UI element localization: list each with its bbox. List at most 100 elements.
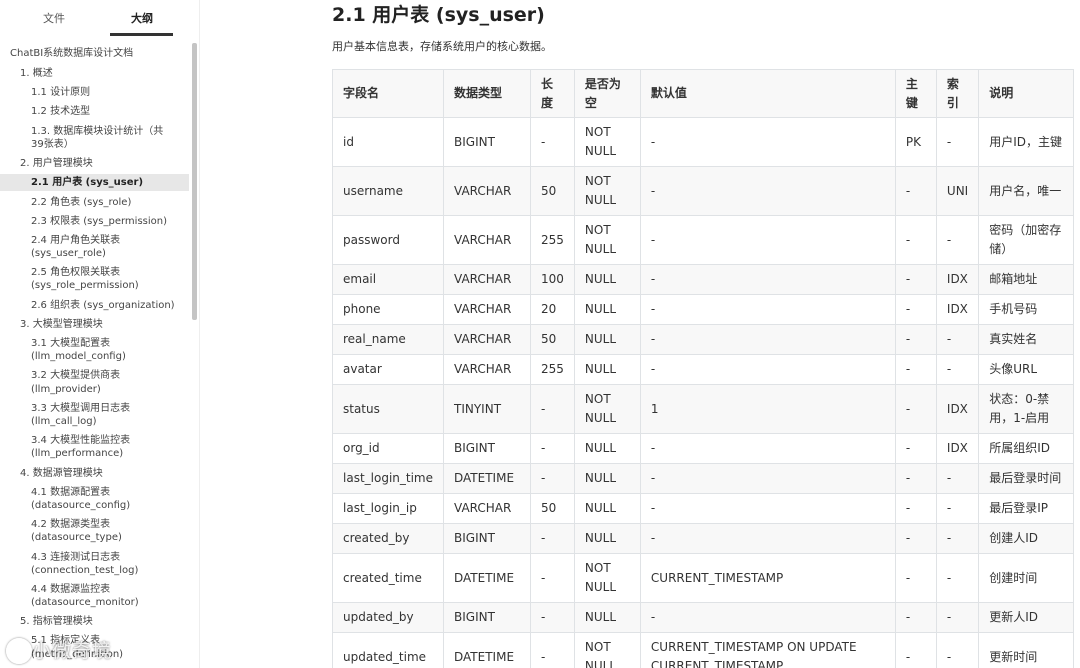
toc-item[interactable]: (llm_provider) (31, 383, 101, 396)
toc-item[interactable]: 39张表） (31, 138, 74, 151)
toc-item[interactable]: 4.3 连接测试日志表 (31, 551, 120, 564)
table-cell: - (935, 553, 980, 603)
table-cell: - (530, 553, 575, 603)
table-cell: BIGINT (443, 117, 531, 167)
column-header: 数据类型 (443, 69, 531, 118)
table-cell: 最后登录IP (978, 493, 1075, 524)
table-cell: CURRENT_TIMESTAMP (639, 553, 896, 603)
table-row: org_id BIGINT - NULL - - IDX 所属组织ID (332, 433, 1075, 464)
table-cell: NOT NULL (573, 384, 641, 434)
toc-item[interactable]: (llm_call_log) (31, 415, 97, 428)
toc-item[interactable]: 2.5 角色权限关联表 (31, 266, 120, 279)
table-row: last_login_time DATETIME - NULL - - - 最后登录时间 (332, 463, 1075, 494)
table-cell: 更新时间 (978, 632, 1075, 668)
toc-item[interactable]: 1.1 设计原则 (31, 86, 90, 99)
table-row: password VARCHAR 255 NOT NULL - - - 密码（加密存储） (332, 215, 1075, 265)
toc-item[interactable]: 3.4 大模型性能监控表 (31, 434, 130, 447)
table-cell: password (332, 215, 444, 265)
table-cell: NULL (573, 433, 641, 464)
table-cell: IDX (935, 294, 980, 325)
toc-item[interactable]: (datasource_config) (31, 499, 130, 512)
section-heading: 2.1 用户表 (sys_user) (332, 4, 545, 26)
table-cell: real_name (332, 324, 444, 355)
toc-item[interactable]: (llm_performance) (31, 447, 123, 460)
toc-item[interactable]: (sys_user_role) (31, 247, 106, 260)
table-cell: VARCHAR (443, 324, 531, 355)
table-row: avatar VARCHAR 255 NULL - - - 头像URL (332, 354, 1075, 385)
toc-item[interactable]: 4.2 数据源类型表 (31, 518, 110, 531)
toc-item[interactable]: 2.1 用户表 (sys_user) (31, 176, 143, 189)
table-cell: - (639, 433, 896, 464)
toc-item[interactable]: 2.3 权限表 (sys_permission) (31, 215, 167, 228)
table-cell: IDX (935, 384, 980, 434)
toc-item[interactable]: (connection_test_log) (31, 564, 138, 577)
table-cell: - (935, 324, 980, 355)
table-cell: IDX (935, 264, 980, 295)
toc-item[interactable]: 1.2 技术选型 (31, 105, 90, 118)
table-cell: created_time (332, 553, 444, 603)
column-header: 是否为空 (573, 69, 641, 118)
table-cell: 密码（加密存储） (978, 215, 1075, 265)
toc-item[interactable]: 2.6 组织表 (sys_organization) (31, 299, 175, 312)
table-cell: updated_time (332, 632, 444, 668)
toc-item[interactable]: (sys_role_permission) (31, 279, 139, 292)
toc-item[interactable]: 3.1 大模型配置表 (31, 337, 110, 350)
table-cell: NOT NULL (573, 553, 641, 603)
table-row: created_time DATETIME - NOT NULL CURRENT_TIM… (332, 553, 1075, 603)
table-cell: - (894, 215, 937, 265)
table-cell: - (935, 523, 980, 554)
toc-item[interactable]: 4. 数据源管理模块 (20, 467, 103, 480)
toc-item[interactable]: 1.3. 数据库模块设计统计（共 (31, 125, 163, 138)
column-header: 索引 (935, 69, 980, 118)
table-cell: - (894, 632, 937, 668)
table-cell: - (639, 117, 896, 167)
toc-item[interactable]: 4.1 数据源配置表 (31, 486, 110, 499)
toc-item[interactable]: (datasource_monitor) (31, 596, 139, 609)
toc-item[interactable]: 3.3 大模型调用日志表 (31, 402, 130, 415)
toc-item[interactable]: 4.4 数据源监控表 (31, 583, 110, 596)
table-cell: 所属组织ID (978, 433, 1075, 464)
table-row: real_name VARCHAR 50 NULL - - - 真实姓名 (332, 324, 1075, 355)
table-cell: - (935, 117, 980, 167)
tab-files[interactable]: 文件 (43, 10, 65, 26)
table-cell: NOT NULL (573, 632, 641, 668)
table-cell: - (639, 324, 896, 355)
toc-item[interactable]: 3.2 大模型提供商表 (31, 369, 120, 382)
toc-item[interactable]: ChatBI系统数据库设计文档 (10, 47, 133, 60)
table-cell: - (935, 215, 980, 265)
table-cell: 255 (530, 215, 575, 265)
toc-item[interactable]: 2.4 用户角色关联表 (31, 234, 120, 247)
table-row: id BIGINT - NOT NULL - PK - 用户ID，主键 (332, 117, 1075, 167)
table-cell: VARCHAR (443, 294, 531, 325)
toc-item[interactable]: 2.2 角色表 (sys_role) (31, 196, 131, 209)
column-header: 默认值 (639, 69, 896, 118)
table-cell: TINYINT (443, 384, 531, 434)
toc-item[interactable]: 1. 概述 (20, 67, 53, 80)
column-header: 说明 (978, 69, 1075, 118)
table-cell: 最后登录时间 (978, 463, 1075, 494)
field-table: 字段名 数据类型 长度 是否为空 默认值 主键 索引 说明 id BIGINT - NOT NULL… (332, 69, 1075, 668)
table-cell: DATETIME (443, 553, 531, 603)
toc-item[interactable]: (llm_model_config) (31, 350, 126, 363)
sidebar-scrollbar[interactable] (192, 43, 197, 320)
document-content: 2.1 用户表 (sys_user) 用户基本信息表，存储系统用户的核心数据。 … (200, 0, 1080, 668)
table-cell: CURRENT_TIMESTAMP ON UPDATE CURRENT_TIME… (639, 632, 896, 668)
table-cell: VARCHAR (443, 264, 531, 295)
table-cell: email (332, 264, 444, 295)
table-cell: VARCHAR (443, 493, 531, 524)
table-row: updated_by BIGINT - NULL - - - 更新人ID (332, 602, 1075, 633)
toc-item[interactable]: 5. 指标管理模块 (20, 615, 93, 628)
toc-item[interactable]: 3. 大模型管理模块 (20, 318, 103, 331)
table-cell: - (935, 463, 980, 494)
table-cell: NULL (573, 294, 641, 325)
active-tab-indicator (110, 33, 173, 36)
toc-item[interactable]: 2. 用户管理模块 (20, 157, 93, 170)
toc-item[interactable]: (datasource_type) (31, 531, 122, 544)
table-cell: - (639, 354, 896, 385)
tab-outline[interactable]: 大纲 (131, 10, 153, 26)
table-cell: last_login_time (332, 463, 444, 494)
table-cell: - (530, 523, 575, 554)
table-cell: 50 (530, 166, 575, 216)
table-cell: status (332, 384, 444, 434)
table-cell: 创建时间 (978, 553, 1075, 603)
